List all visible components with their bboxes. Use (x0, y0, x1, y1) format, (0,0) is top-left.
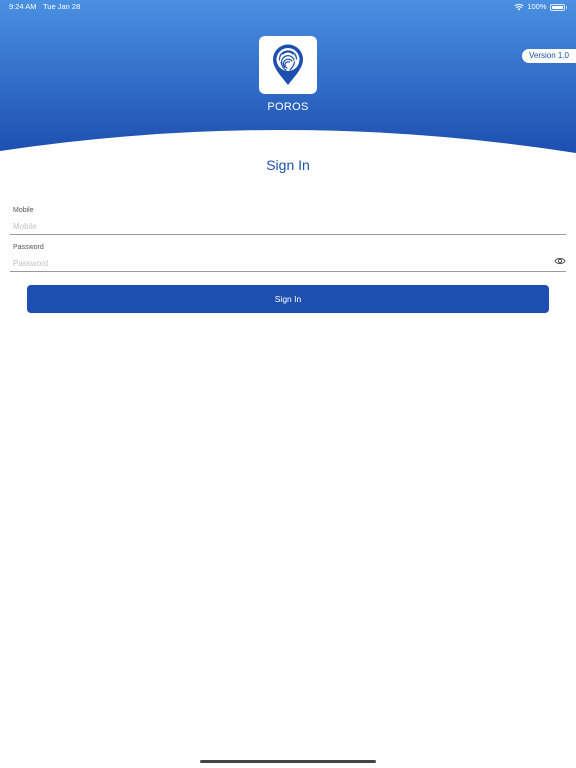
mobile-input[interactable] (10, 219, 566, 233)
password-underline (10, 271, 566, 272)
status-time: 9:24 AM (9, 2, 37, 11)
status-indicators: 100% (514, 0, 567, 14)
mobile-underline (10, 234, 566, 235)
password-input[interactable] (10, 256, 550, 270)
battery-cap (565, 5, 567, 9)
status-date: Tue Jan 28 (43, 2, 81, 11)
wifi-icon (514, 3, 524, 11)
header: 9:24 AM Tue Jan 28 100% POROS Version 1.… (0, 0, 576, 160)
app-logo (259, 36, 317, 94)
mobile-label: Mobile (13, 207, 34, 214)
page-title: Sign In (266, 157, 310, 173)
battery-percentage: 100% (527, 2, 547, 11)
eye-icon[interactable] (554, 256, 566, 266)
password-label: Password (13, 244, 44, 251)
sign-in-button[interactable]: Sign In (27, 285, 549, 313)
home-indicator (200, 760, 376, 763)
version-badge: Version 1.0 (521, 49, 576, 63)
battery-icon (549, 3, 565, 11)
app-name: POROS (267, 101, 309, 113)
fingerprint-location-pin-icon (273, 44, 303, 85)
status-bar: 9:24 AM Tue Jan 28 100% (0, 0, 576, 14)
